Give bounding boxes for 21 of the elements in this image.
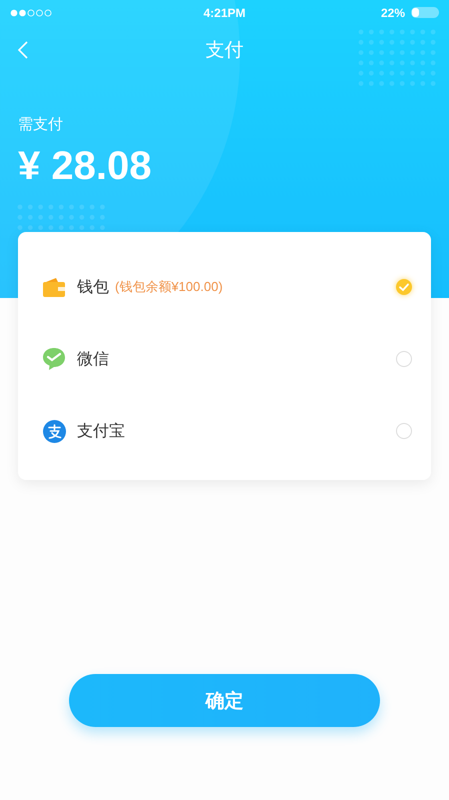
amount-value: ¥ 28.08: [18, 144, 152, 189]
signal-icon: [10, 8, 52, 16]
status-time: 4:21PM: [203, 6, 246, 20]
chat-check-icon: [42, 347, 66, 371]
check-icon[interactable]: [396, 279, 412, 295]
option-name: 微信: [77, 350, 109, 370]
radio-icon[interactable]: [396, 351, 412, 367]
page-title: 支付: [206, 39, 244, 63]
payment-option[interactable]: 钱包 (钱包余额¥100.00): [18, 251, 431, 323]
option-name: 支付宝: [77, 422, 125, 442]
amount-label: 需支付: [18, 115, 63, 134]
battery-percent: 22%: [380, 6, 405, 20]
battery-icon: [411, 7, 439, 18]
alipay-icon: [42, 420, 66, 442]
wallet-icon: [43, 277, 65, 297]
option-name: 钱包: [77, 278, 109, 298]
payment-option[interactable]: 支付宝: [18, 395, 431, 467]
back-icon[interactable]: [17, 40, 29, 60]
radio-icon[interactable]: [396, 423, 412, 439]
payment-option[interactable]: 微信: [18, 323, 431, 395]
balance-note: (钱包余额¥100.00): [115, 278, 223, 296]
